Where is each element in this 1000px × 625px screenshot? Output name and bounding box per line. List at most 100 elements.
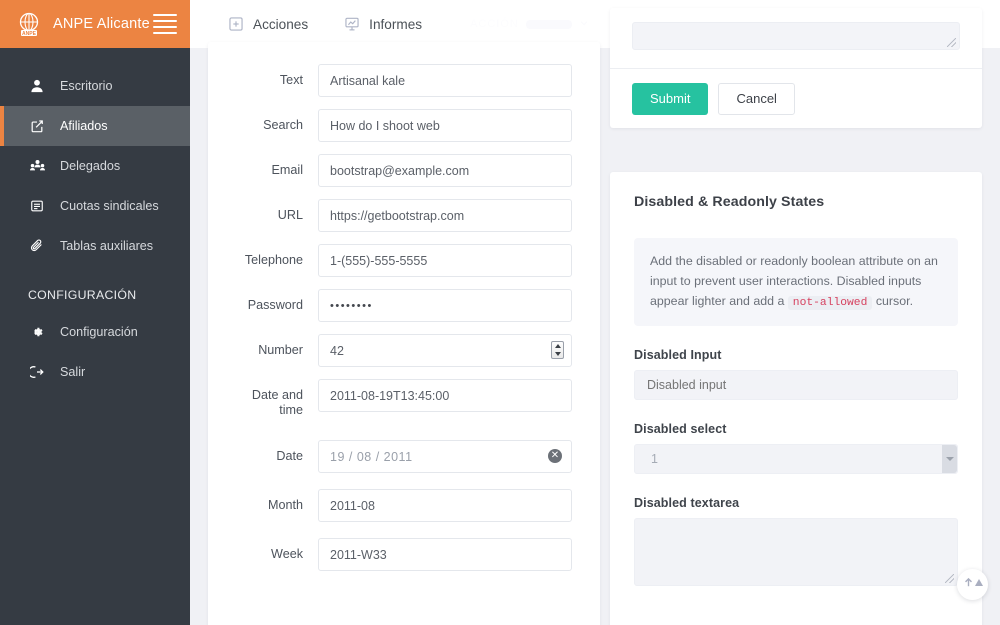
- topnav-item-label: Informes: [369, 16, 423, 32]
- form-row-date: Date ✕: [208, 440, 600, 473]
- disabled-info-alert: Add the disabled or readonly boolean att…: [634, 238, 958, 326]
- submit-button[interactable]: Submit: [632, 82, 709, 115]
- ghost-pill: [525, 19, 572, 29]
- form-row-month: Month: [208, 489, 600, 522]
- cancel-button[interactable]: Cancel: [718, 82, 795, 115]
- disabled-select-block: Disabled select 1: [634, 422, 958, 474]
- arrow-up-icon: [962, 576, 975, 594]
- sidebar-section-title: CONFIGURACIÓN: [28, 288, 137, 302]
- topnav-ghost-dropdown[interactable]: ACCIÓN: [470, 18, 589, 31]
- topbar-nav: Acciones Informes ACCIÓN: [190, 16, 589, 32]
- form-label-number: Number: [258, 343, 303, 357]
- disabled-select-label: Disabled select: [634, 422, 727, 436]
- sidebar-item-label: Configuración: [60, 325, 138, 339]
- form-row-email: Email: [208, 154, 600, 187]
- form-label-url: URL: [277, 208, 303, 222]
- svg-text:ANPE: ANPE: [22, 31, 37, 37]
- topnav-ghost-label: ACCIÓN: [470, 18, 519, 30]
- week-input[interactable]: [318, 538, 572, 571]
- form-actions-footer: Submit Cancel: [610, 68, 982, 128]
- form-label-date: Date: [276, 449, 303, 463]
- form-label-datetime: Date and time: [251, 388, 303, 417]
- sidebar-item-label: Tablas auxiliares: [60, 239, 154, 253]
- cutoff-textarea[interactable]: [632, 22, 960, 50]
- form-label-week: Week: [271, 547, 303, 561]
- form-row-search: Search: [208, 109, 600, 142]
- number-stepper[interactable]: [551, 341, 564, 359]
- user-icon: [30, 79, 50, 93]
- resize-handle: [945, 574, 954, 583]
- form-label-password: Password: [247, 298, 303, 312]
- brand-header: ANPE ANPE Alicante: [0, 0, 190, 48]
- form-row-telephone: Telephone: [208, 244, 600, 277]
- form-row-datetime: Date and time: [208, 379, 600, 418]
- alert-code-chip: not-allowed: [787, 296, 873, 310]
- plus-square-icon: [228, 16, 244, 32]
- resize-handle[interactable]: [947, 38, 956, 47]
- form-row-text: Text: [208, 64, 600, 97]
- chevron-down-icon: [942, 445, 957, 473]
- hamburger-icon[interactable]: [153, 14, 177, 34]
- disabled-input-label: Disabled Input: [634, 348, 722, 362]
- url-input[interactable]: [318, 199, 572, 232]
- sidebar-nav: Escritorio Afiliados Delegados Cuotas si…: [0, 48, 190, 392]
- month-input[interactable]: [318, 489, 572, 522]
- datetime-input[interactable]: [318, 379, 572, 412]
- scroll-to-top-button[interactable]: [957, 569, 988, 600]
- form-row-number: Number: [208, 334, 600, 367]
- topnav-item-label: Acciones: [253, 16, 309, 32]
- sidebar-item-salir[interactable]: Salir: [0, 352, 190, 392]
- sidebar-item-label: Cuotas sindicales: [60, 199, 159, 213]
- email-input[interactable]: [318, 154, 572, 187]
- disabled-textarea-block: Disabled textarea: [634, 496, 958, 586]
- sidebar-item-cuotas-sindicales[interactable]: Cuotas sindicales: [0, 186, 190, 226]
- sidebar-item-label: Escritorio: [60, 79, 113, 93]
- form-row-password: Password: [208, 289, 600, 322]
- document-lines-icon: [30, 199, 50, 213]
- paperclip-icon: [30, 239, 50, 253]
- number-input[interactable]: [318, 334, 572, 367]
- form-label-telephone: Telephone: [244, 253, 303, 267]
- disabled-textarea: [634, 518, 958, 586]
- disabled-input-block: Disabled Input: [634, 348, 958, 400]
- clear-date-icon[interactable]: ✕: [548, 449, 562, 463]
- disabled-card-title: Disabled & Readonly States: [634, 194, 825, 210]
- chart-board-icon: [344, 16, 360, 32]
- disabled-select: 1: [634, 444, 958, 474]
- topnav-item-acciones[interactable]: Acciones: [210, 16, 326, 32]
- disabled-textarea-label: Disabled textarea: [634, 496, 740, 510]
- form-label-email: Email: [271, 163, 304, 177]
- date-input[interactable]: [318, 440, 572, 473]
- sidebar-item-tablas-auxiliares[interactable]: Tablas auxiliares: [0, 226, 190, 266]
- alert-text-part-2: cursor.: [875, 294, 914, 308]
- disabled-card-header: Disabled & Readonly States: [610, 172, 982, 216]
- sidebar-item-afiliados[interactable]: Afiliados: [0, 106, 190, 146]
- logout-icon: [30, 365, 50, 379]
- form-row-week: Week: [208, 538, 600, 571]
- form-label-text: Text: [279, 73, 303, 87]
- form-row-url: URL: [208, 199, 600, 232]
- sidebar-item-configuracion[interactable]: Configuración: [0, 312, 190, 352]
- brand-title: ANPE Alicante: [53, 16, 150, 32]
- search-input[interactable]: [318, 109, 572, 142]
- form-label-month: Month: [267, 498, 303, 512]
- gear-icon: [30, 325, 50, 339]
- disabled-select-value: 1: [651, 452, 658, 466]
- text-input[interactable]: [318, 64, 572, 97]
- anpe-logo-icon: ANPE: [14, 9, 44, 39]
- topnav-item-informes[interactable]: Informes: [326, 16, 440, 32]
- form-actions-card: Submit Cancel: [610, 8, 982, 128]
- form-inputs-card: Text Search Email URL Telephone Password: [208, 42, 600, 625]
- content-area: Text Search Email URL Telephone Password: [190, 8, 1000, 625]
- sidebar-item-label: Afiliados: [60, 119, 108, 133]
- sidebar-item-escritorio[interactable]: Escritorio: [0, 66, 190, 106]
- telephone-input[interactable]: [318, 244, 572, 277]
- chevron-down-icon: [579, 18, 589, 31]
- sidebar-item-delegados[interactable]: Delegados: [0, 146, 190, 186]
- sidebar-item-label: Delegados: [60, 159, 121, 173]
- app-root: ANPE ANPE Alicante Escritorio Afiliados …: [0, 0, 1000, 625]
- sidebar: ANPE ANPE Alicante Escritorio Afiliados …: [0, 0, 190, 625]
- password-input[interactable]: [318, 289, 572, 322]
- sidebar-item-label: Salir: [60, 365, 86, 379]
- disabled-readonly-card: Disabled & Readonly States Add the disab…: [610, 172, 982, 625]
